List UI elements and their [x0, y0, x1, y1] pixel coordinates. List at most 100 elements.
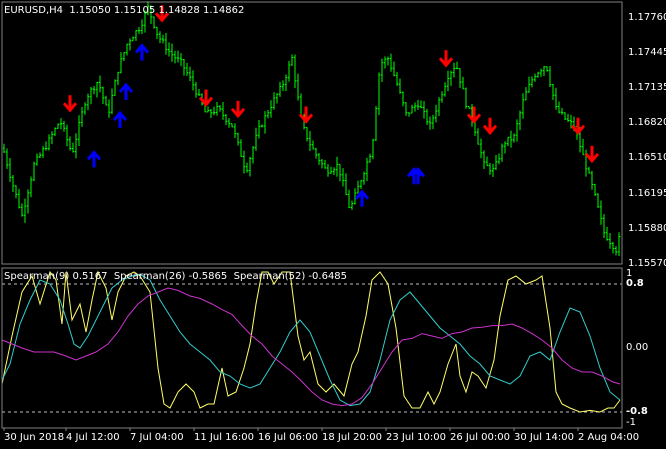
ohlc-bar	[48, 134, 51, 151]
price-tick-label: 1.17760	[628, 11, 666, 23]
sell-arrow-icon	[482, 117, 498, 135]
price-tick-label: 1.16195	[628, 187, 666, 199]
ohlc-bar	[69, 136, 72, 151]
ohlc-bar	[564, 112, 567, 121]
price-tick-label: 1.17135	[628, 82, 666, 94]
indicator-tick-label: 0.8	[626, 278, 644, 289]
chart-canvas[interactable]	[0, 0, 666, 449]
ohlc-bar	[6, 148, 9, 169]
ohlc-bar	[396, 72, 399, 86]
ohlc-bar	[447, 70, 450, 92]
ohlc-bar	[138, 26, 141, 35]
ohlc-bar	[459, 67, 462, 88]
buy-arrow-icon	[354, 189, 370, 207]
ohlc-bar	[36, 153, 39, 166]
ohlc-bar	[288, 60, 291, 82]
ohlc-bar	[234, 123, 237, 139]
ohlc-bar	[255, 127, 258, 151]
ohlc-bar	[114, 79, 117, 96]
buy-arrow-icon	[118, 82, 134, 100]
sell-arrow-icon	[584, 145, 600, 164]
ohlc-bar	[372, 138, 375, 160]
spearman-indicator-pane[interactable]	[1, 270, 622, 413]
ohlc-bar	[192, 70, 195, 91]
main-price-pane[interactable]	[3, 1, 621, 257]
ohlc-bar	[81, 106, 84, 127]
ohlc-bar	[351, 200, 354, 210]
ohlc-bar	[510, 130, 513, 148]
ohlc-bar	[96, 81, 99, 98]
ohlc-bar	[507, 136, 510, 147]
ohlc-bar	[171, 43, 174, 62]
ohlc-bar	[423, 101, 426, 119]
spearman52-label: Spearman(52) -0.6485	[233, 271, 348, 282]
ohlc-bar	[450, 70, 453, 86]
ohlc-bar	[420, 100, 423, 109]
ohlc-bar	[123, 52, 126, 62]
ohlc-bar	[483, 150, 486, 169]
ohlc-bar	[156, 26, 159, 39]
ohlc-bar	[153, 16, 156, 29]
ohlc-bar	[465, 87, 468, 109]
ohlc-bar	[360, 179, 363, 189]
ohlc-bar	[9, 157, 12, 182]
ohlc-bar	[27, 189, 30, 214]
sell-arrow-icon	[230, 100, 246, 119]
ohlc-bar	[363, 171, 366, 185]
ohlc-bar	[222, 101, 225, 120]
ohlc-bar	[219, 105, 222, 112]
ohlc-bar	[561, 108, 564, 115]
ohlc-bar	[441, 91, 444, 103]
ohlc-bar	[393, 61, 396, 77]
ohlc-bar	[606, 226, 609, 241]
price-tick-label: 1.16510	[628, 152, 666, 164]
ohlc-bar	[414, 102, 417, 112]
ohlc-bar	[384, 56, 387, 69]
ohlc-bar	[444, 82, 447, 97]
ohlc-bar	[168, 42, 171, 57]
ohlc-bar	[525, 87, 528, 101]
ohlc-bar	[405, 102, 408, 116]
ohlc-bar	[411, 104, 414, 114]
indicator-tick-label: -0.8	[626, 406, 648, 417]
ohlc-bar	[528, 76, 531, 93]
ohlc-bar	[279, 81, 282, 97]
ohlc-bar	[603, 214, 606, 239]
time-tick-label: 18 Jul 20:00	[322, 432, 382, 443]
ohlc-bar	[309, 130, 312, 152]
ohlc-bar	[477, 128, 480, 145]
time-tick-label: 11 Jul 16:00	[194, 432, 254, 443]
ohlc-bar	[285, 74, 288, 92]
indicator-tick-label: 0.00	[626, 342, 649, 353]
ohlc-bar	[375, 106, 378, 141]
indicator-pane-frame	[1, 267, 623, 429]
ohlc-bar	[189, 66, 192, 82]
ohlc-bar	[162, 34, 165, 44]
ohlc-bar	[522, 93, 525, 119]
ohlc-bar	[33, 161, 36, 182]
ohlc-bar	[558, 101, 561, 114]
ohlc-bar	[21, 203, 24, 217]
ohlc-bar	[453, 62, 456, 78]
price-tick-label: 1.15570	[628, 258, 666, 269]
spearman26-label: Spearman(26) -0.5865	[113, 271, 228, 282]
ohlc-bar	[63, 120, 66, 132]
time-tick-label: 16 Jul 06:00	[258, 432, 318, 443]
ohlc-bar	[582, 138, 585, 156]
ohlc-bar	[240, 139, 243, 157]
ohlc-bar	[12, 175, 15, 193]
ohlc-bar	[534, 73, 537, 82]
ohlc-bar	[246, 162, 249, 173]
ohlc-bar	[480, 138, 483, 159]
ohlc-bar	[426, 108, 429, 125]
ohlc-bar	[366, 157, 369, 182]
ohlc-bar	[516, 119, 519, 142]
ohlc-bar	[126, 43, 129, 56]
ohlc-bar	[387, 56, 390, 66]
ohlc-bar	[87, 93, 90, 111]
ohlc-bar	[498, 153, 501, 165]
ohlc-bar	[90, 86, 93, 105]
ohlc-bar	[537, 71, 540, 78]
ohlc-bar	[165, 32, 168, 55]
ohlc-bar	[51, 131, 54, 145]
